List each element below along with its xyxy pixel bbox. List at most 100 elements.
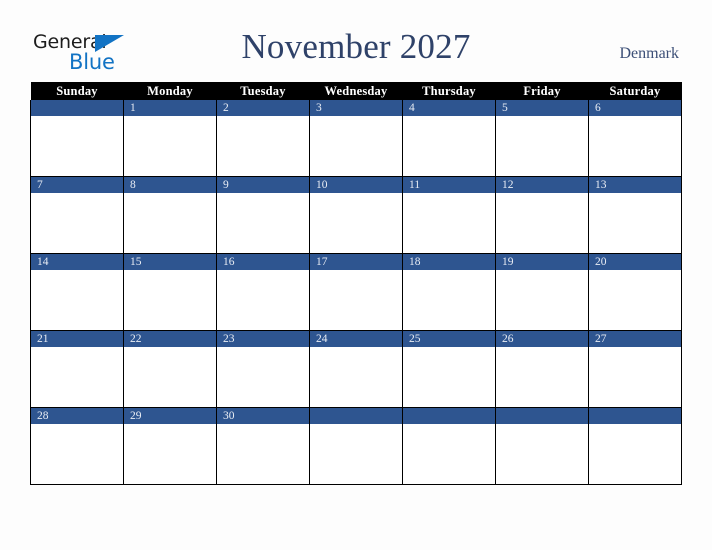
day-cell[interactable]: 3 (309, 100, 403, 177)
day-number-band: 24 (310, 331, 402, 347)
column-header-tuesday: Tuesday (216, 82, 310, 100)
day-cell-body[interactable] (310, 347, 402, 407)
day-cell[interactable]: 13 (588, 176, 682, 254)
day-number: 1 (130, 102, 136, 114)
day-number: 21 (37, 333, 49, 345)
day-cell-body[interactable] (31, 193, 123, 253)
day-number-band: 26 (496, 331, 588, 347)
day-number: 11 (409, 179, 421, 191)
day-cell-body[interactable] (124, 347, 216, 407)
day-cell-body[interactable] (403, 424, 495, 484)
day-number-band: 2 (217, 100, 309, 116)
day-cell[interactable] (495, 407, 589, 485)
day-cell-body[interactable] (496, 270, 588, 330)
day-cell-body[interactable] (496, 347, 588, 407)
day-cell[interactable] (309, 407, 403, 485)
day-cell-body[interactable] (124, 116, 216, 176)
day-cell[interactable]: 20 (588, 253, 682, 331)
day-number-band: 18 (403, 254, 495, 270)
day-cell-body[interactable] (496, 193, 588, 253)
day-cell[interactable] (30, 100, 124, 177)
day-cell[interactable]: 16 (216, 253, 310, 331)
day-cell-body[interactable] (124, 424, 216, 484)
day-cell[interactable]: 8 (123, 176, 217, 254)
day-cell[interactable]: 14 (30, 253, 124, 331)
day-number-band: 5 (496, 100, 588, 116)
day-cell[interactable]: 30 (216, 407, 310, 485)
calendar-page: General Blue November 2027 Denmark Sunda… (0, 0, 712, 550)
day-number: 29 (130, 410, 142, 422)
day-cell[interactable]: 2 (216, 100, 310, 177)
day-cell[interactable]: 26 (495, 330, 589, 408)
day-cell-body[interactable] (310, 270, 402, 330)
day-number: 8 (130, 179, 136, 191)
day-cell[interactable]: 7 (30, 176, 124, 254)
day-cell[interactable]: 29 (123, 407, 217, 485)
day-cell-body[interactable] (124, 193, 216, 253)
day-number-band (589, 408, 681, 424)
day-cell[interactable]: 5 (495, 100, 589, 177)
day-cell[interactable]: 18 (402, 253, 496, 331)
day-cell[interactable]: 1 (123, 100, 217, 177)
day-cell[interactable]: 6 (588, 100, 682, 177)
day-number-band: 23 (217, 331, 309, 347)
day-cell[interactable] (588, 407, 682, 485)
day-cell[interactable]: 27 (588, 330, 682, 408)
day-cell[interactable]: 11 (402, 176, 496, 254)
day-number: 24 (316, 333, 328, 345)
calendar-week-row: 28 29 30 (30, 407, 682, 485)
day-number: 20 (595, 256, 607, 268)
day-number-band: 9 (217, 177, 309, 193)
day-cell[interactable]: 21 (30, 330, 124, 408)
day-cell-body[interactable] (403, 270, 495, 330)
day-cell-body[interactable] (31, 347, 123, 407)
calendar-week-row: 7 8 9 10 11 12 13 (30, 176, 682, 254)
day-cell[interactable]: 12 (495, 176, 589, 254)
day-cell[interactable]: 23 (216, 330, 310, 408)
day-number-band: 12 (496, 177, 588, 193)
day-cell[interactable] (402, 407, 496, 485)
day-number-band: 28 (31, 408, 123, 424)
day-number-band: 17 (310, 254, 402, 270)
day-number: 14 (37, 256, 49, 268)
day-number-band: 7 (31, 177, 123, 193)
day-cell-body[interactable] (310, 193, 402, 253)
day-cell[interactable]: 15 (123, 253, 217, 331)
day-cell-body[interactable] (124, 270, 216, 330)
day-cell[interactable]: 24 (309, 330, 403, 408)
day-number-band: 25 (403, 331, 495, 347)
day-number-band: 10 (310, 177, 402, 193)
day-cell[interactable]: 25 (402, 330, 496, 408)
page-title: November 2027 (241, 27, 471, 66)
day-cell-body[interactable] (217, 424, 309, 484)
day-cell-body[interactable] (310, 424, 402, 484)
day-cell[interactable]: 17 (309, 253, 403, 331)
day-cell-body[interactable] (31, 116, 123, 176)
day-cell-body[interactable] (217, 270, 309, 330)
day-cell[interactable]: 22 (123, 330, 217, 408)
day-cell-body[interactable] (31, 270, 123, 330)
day-cell-body[interactable] (496, 116, 588, 176)
day-cell-body[interactable] (403, 347, 495, 407)
day-cell[interactable]: 9 (216, 176, 310, 254)
day-cell-body[interactable] (589, 424, 681, 484)
day-cell-body[interactable] (403, 116, 495, 176)
day-cell-body[interactable] (217, 347, 309, 407)
day-cell[interactable]: 4 (402, 100, 496, 177)
column-header-monday: Monday (123, 82, 217, 100)
day-cell-body[interactable] (589, 347, 681, 407)
day-cell-body[interactable] (217, 116, 309, 176)
day-cell-body[interactable] (496, 424, 588, 484)
day-cell-body[interactable] (217, 193, 309, 253)
day-cell-body[interactable] (31, 424, 123, 484)
day-cell[interactable]: 10 (309, 176, 403, 254)
day-cell-body[interactable] (403, 193, 495, 253)
day-cell[interactable]: 19 (495, 253, 589, 331)
day-cell-body[interactable] (310, 116, 402, 176)
day-cell-body[interactable] (589, 193, 681, 253)
day-cell[interactable]: 28 (30, 407, 124, 485)
day-cell-body[interactable] (589, 270, 681, 330)
day-cell-body[interactable] (589, 116, 681, 176)
day-number-band: 4 (403, 100, 495, 116)
day-number-band: 19 (496, 254, 588, 270)
